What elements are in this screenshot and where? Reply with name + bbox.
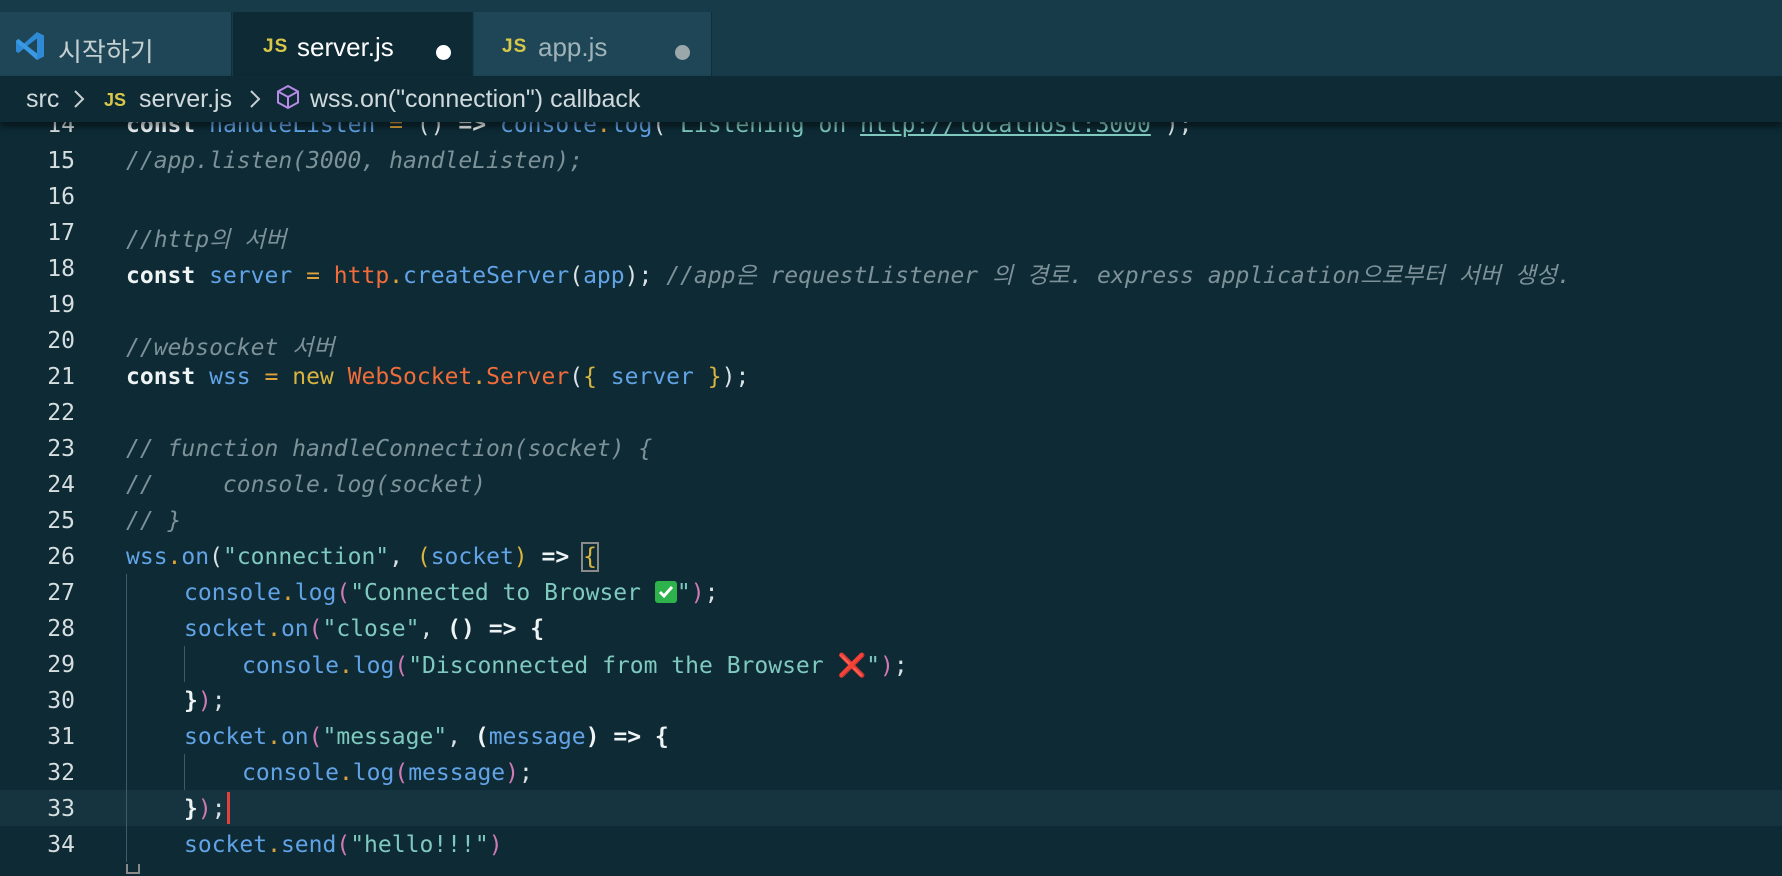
code-editor[interactable]: 14 const handleListen = () => console.lo… [0,112,1782,876]
matching-bracket [126,864,140,874]
indent-guide [126,610,127,646]
tab-welcome[interactable]: 시작하기 [0,12,232,82]
unsaved-dot-icon[interactable] [675,45,690,60]
line-code: console.log("Disconnected from the Brows… [242,653,908,679]
code-line[interactable]: 23 // function handleConnection(socket) … [0,430,1782,466]
line-number: 31 [47,724,75,750]
line-code: //http의 서버 [126,227,287,253]
line-number: 27 [47,580,75,606]
code-line[interactable]: 17 //http의 서버 [0,214,1782,253]
code-line[interactable]: 20 //websocket 서버 [0,322,1782,361]
breadcrumb-folder[interactable]: src [26,85,59,114]
line-code: // } [126,508,182,534]
line-number: 26 [47,544,75,570]
line-code: wss.on("connection", (socket) => { [126,542,599,572]
code-line[interactable]: 31 socket.on("message", (message) => { [0,718,1782,754]
breadcrumb-file[interactable]: server.js [139,85,232,114]
code-line[interactable]: 29 console.log("Disconnected from the Br… [0,646,1782,682]
js-file-icon: JS [502,36,528,57]
line-code: // function handleConnection(socket) { [126,436,653,462]
indent-guide [126,754,127,790]
indent-guide [126,718,127,754]
line-number: 34 [47,832,75,858]
tab-welcome-label: 시작하기 [58,37,154,67]
code-line[interactable]: 16 [0,178,1782,214]
code-line[interactable]: 25 // } [0,502,1782,538]
editor-tab-bar: 시작하기 JS server.js JS app.js [0,0,1782,82]
line-code: // console.log(socket) [126,472,487,498]
line-number: 28 [47,616,75,642]
indent-guide [126,646,127,682]
line-code: }); [184,796,226,822]
line-code: socket.send("hello!!!") [184,832,503,858]
line-number: 30 [47,688,75,714]
check-mark-icon [654,581,677,603]
breadcrumb-symbol[interactable]: wss.on("connection") callback [310,85,640,114]
code-line[interactable]: 27 console.log("Connected to Browser "); [0,574,1782,610]
indent-guide [126,682,127,718]
code-line-current[interactable]: 33 }); [0,790,1782,826]
line-code: console.log(message); [242,760,533,786]
chevron-right-icon [250,90,261,108]
indent-guide [184,754,185,790]
code-line[interactable]: 15 //app.listen(3000, handleListen); [0,142,1782,178]
text-cursor [227,792,230,824]
tab-app-js-label: app.js [538,32,608,62]
tab-server-js[interactable]: JS server.js [233,12,473,82]
code-line[interactable]: 21 const wss = new WebSocket.Server({ se… [0,358,1782,394]
line-number: 21 [47,364,75,390]
code-line[interactable]: 32 console.log(message); [0,754,1782,790]
code-line[interactable]: 22 [0,394,1782,430]
line-number: 25 [47,508,75,534]
line-number: 15 [47,148,75,174]
code-line[interactable]: 19 [0,286,1782,322]
code-line[interactable]: 34 socket.send("hello!!!") [0,826,1782,862]
symbol-method-icon [277,84,299,110]
indent-guide [126,574,127,610]
code-line[interactable]: 26 wss.on("connection", (socket) => { [0,538,1782,574]
line-number: 32 [47,760,75,786]
line-code: socket.on("close", () => { [184,616,545,642]
js-file-icon: JS [104,90,127,110]
line-number: 29 [47,652,75,678]
code-line[interactable]: 30 }); [0,682,1782,718]
code-line-partial[interactable] [0,862,1782,876]
indent-guide [126,826,127,862]
code-line[interactable]: 24 // console.log(socket) [0,466,1782,502]
code-line[interactable]: 28 socket.on("close", () => { [0,610,1782,646]
line-code: console.log("Connected to Browser "); [184,580,719,606]
tab-app-js[interactable]: JS app.js [474,12,712,82]
line-code: }); [184,688,226,714]
cross-mark-icon: ❌ [837,653,867,679]
line-number: 23 [47,436,75,462]
breadcrumb: src JS server.js wss.on("connection") ca… [0,76,1782,122]
line-number: 33 [47,796,75,822]
line-code: //websocket 서버 [126,335,335,361]
line-code: socket.on("message", (message) => { [184,724,669,750]
chevron-right-icon [74,90,85,108]
tab-server-js-label: server.js [297,32,394,62]
line-number: 19 [47,292,75,318]
matching-bracket: { [581,542,599,572]
line-number: 22 [47,400,75,426]
code-line[interactable]: 18 const server = http.createServer(app)… [0,250,1782,289]
line-code: const wss = new WebSocket.Server({ serve… [126,364,750,390]
line-number: 16 [47,184,75,210]
line-code: const server = http.createServer(app); /… [126,263,1571,289]
line-number: 17 [47,220,75,246]
line-number: 18 [47,256,75,282]
line-number: 20 [47,328,75,354]
line-number: 24 [47,472,75,498]
indent-guide [184,646,185,682]
js-file-icon: JS [263,36,289,57]
indent-guide [126,790,127,826]
unsaved-dot-icon[interactable] [436,45,451,60]
line-code: //app.listen(3000, handleListen); [126,148,583,174]
vscode-logo-icon [16,32,44,60]
